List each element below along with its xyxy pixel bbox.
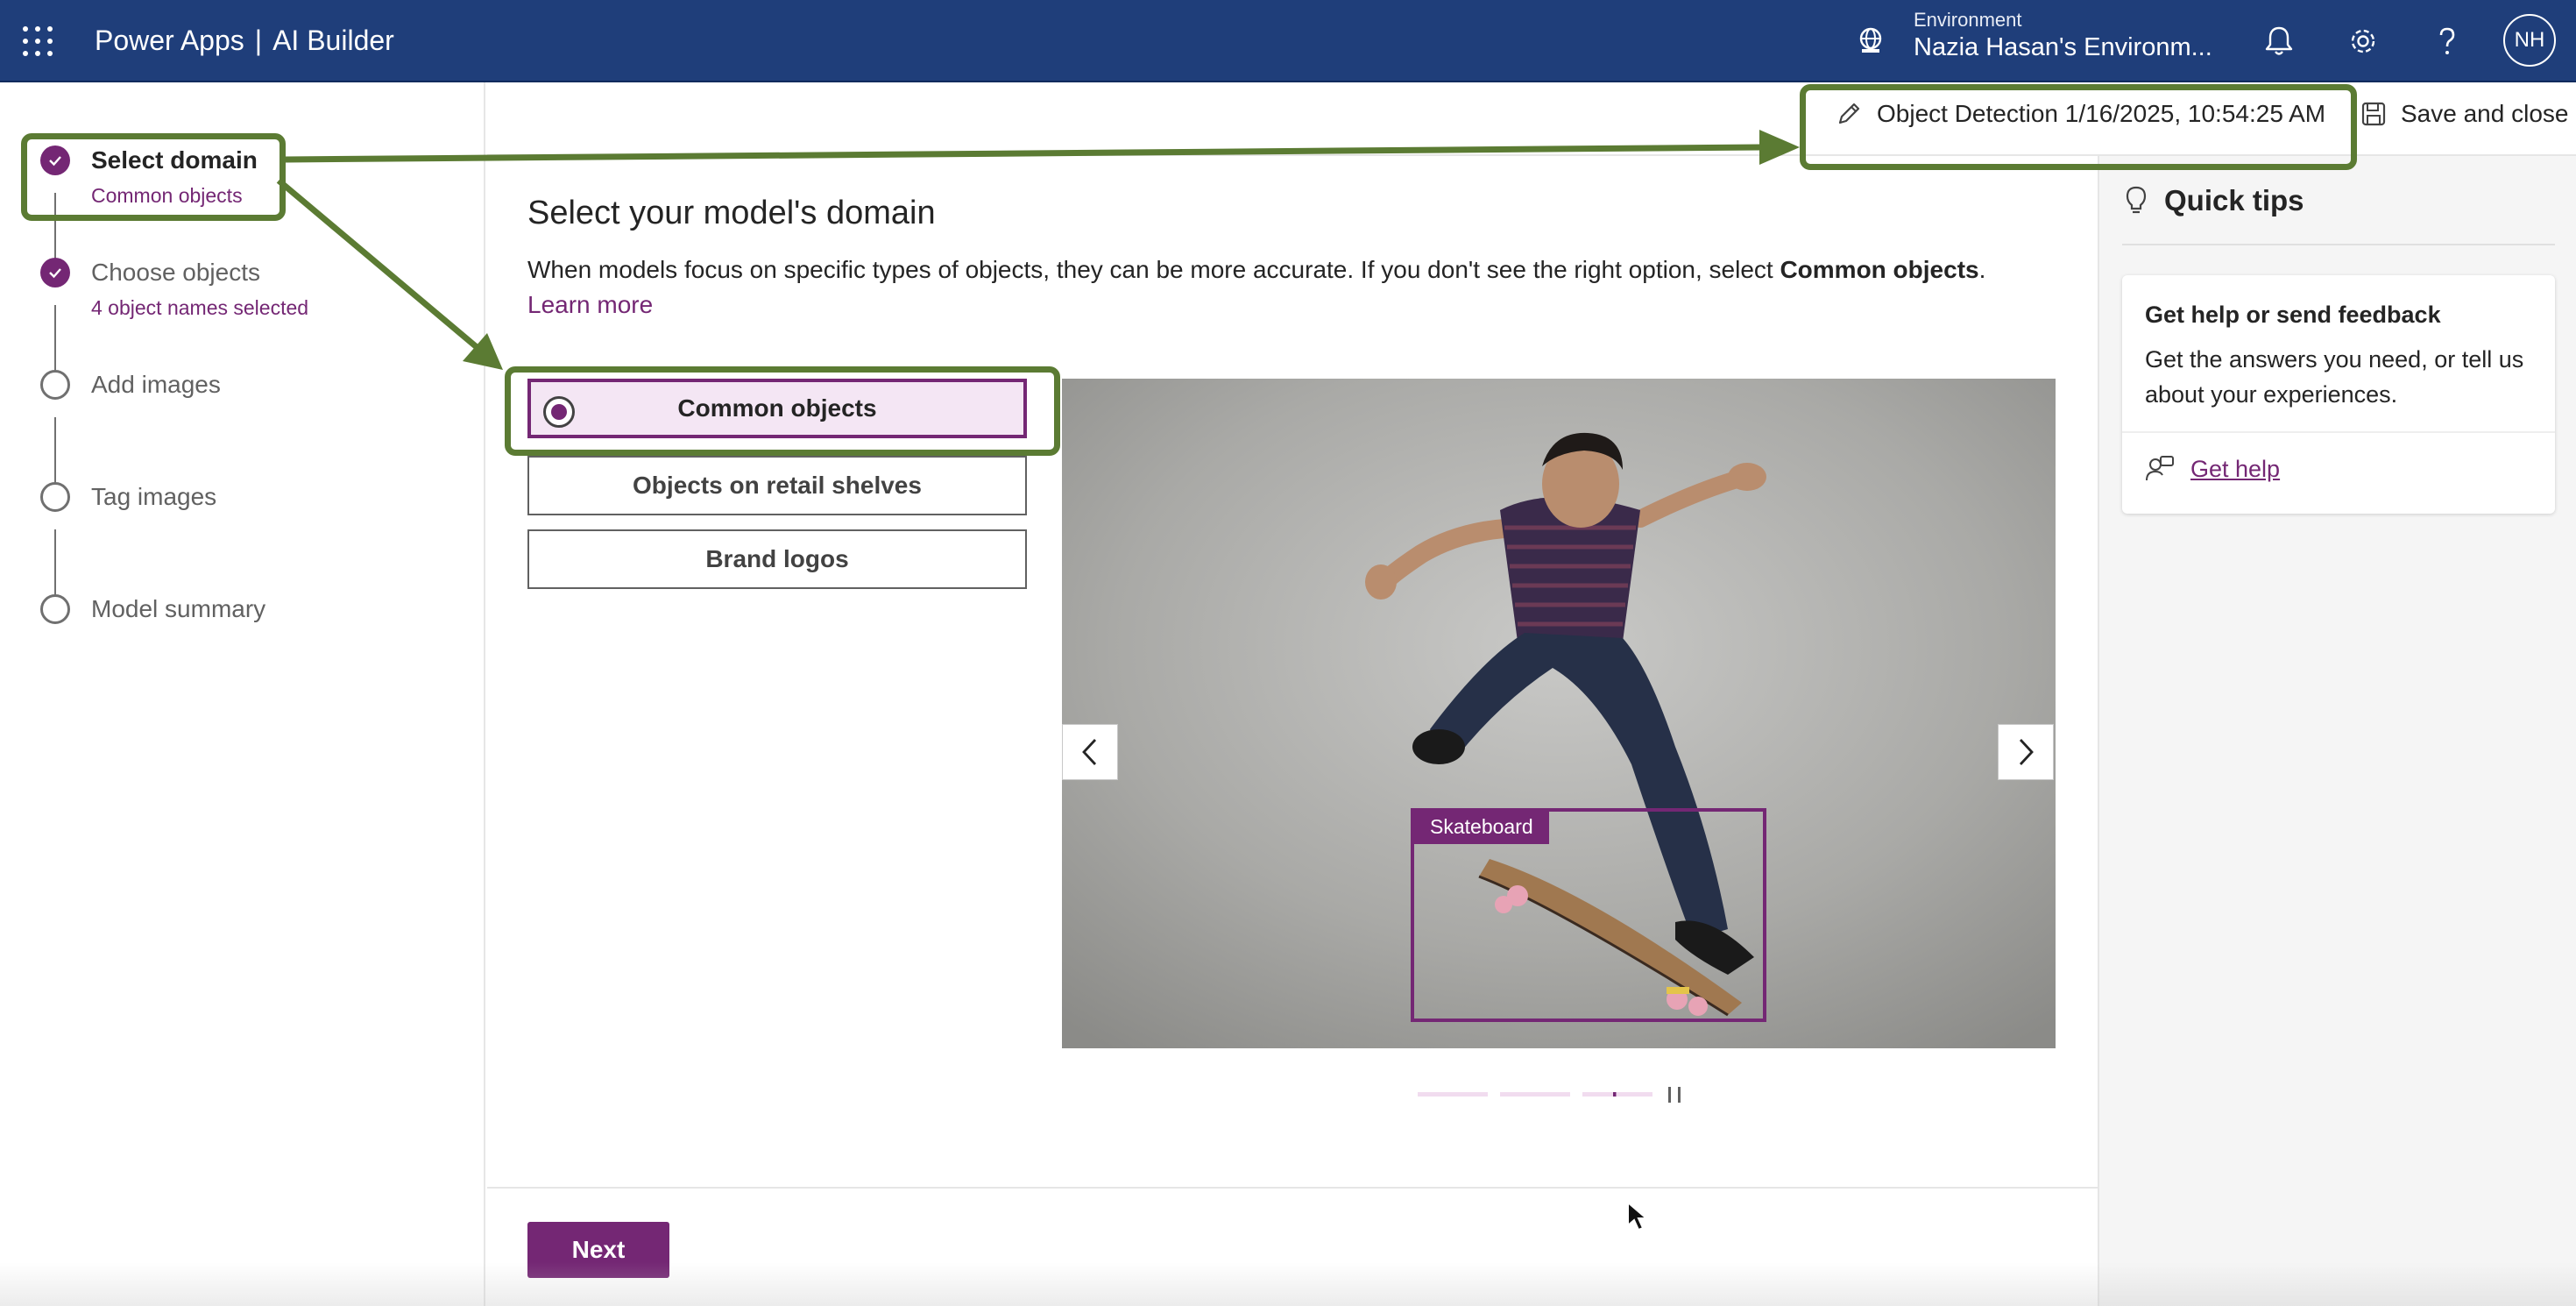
check-icon — [40, 258, 70, 287]
product-name[interactable]: AI Builder — [272, 25, 394, 56]
app-launcher-icon[interactable] — [23, 26, 53, 56]
bounding-box-tag: Skateboard — [1414, 810, 1549, 844]
step-label: Tag images — [91, 483, 217, 510]
step-sublabel: 4 object names selected — [91, 296, 309, 319]
page-description: When models focus on specific types of o… — [527, 252, 2052, 323]
description-text: . — [1978, 256, 1986, 283]
app-title: Power Apps | AI Builder — [95, 25, 394, 57]
gear-icon[interactable] — [2345, 23, 2381, 60]
carousel-indicators — [1418, 1092, 1652, 1097]
step-label: Choose objects — [91, 259, 261, 286]
save-and-close-label: Save and close — [2401, 100, 2569, 127]
carousel-dot[interactable] — [1418, 1092, 1488, 1097]
description-text: When models focus on specific types of o… — [527, 256, 1780, 283]
title-separator: | — [254, 25, 263, 56]
carousel-previous-button[interactable] — [1062, 724, 1118, 780]
footer-divider — [487, 1187, 2098, 1189]
learn-more-link[interactable]: Learn more — [527, 291, 653, 318]
pause-icon[interactable] — [1668, 1087, 1681, 1103]
mouse-cursor-icon — [1626, 1200, 1649, 1237]
help-card: Get help or send feedback Get the answer… — [2122, 275, 2555, 514]
avatar[interactable]: NH — [2503, 14, 2556, 67]
option-label: Objects on retail shelves — [633, 472, 922, 499]
radio-selected-icon — [543, 396, 575, 428]
environment-icon[interactable] — [1854, 25, 1887, 58]
step-label: Add images — [91, 371, 221, 398]
step-circle-icon — [40, 370, 70, 400]
page-title: Select your model's domain — [527, 195, 936, 231]
top-bar: Power Apps | AI Builder Environment Nazia … — [0, 0, 2576, 82]
divider — [2122, 431, 2555, 433]
model-name-button[interactable]: Object Detection 1/16/2025, 10:54:25 AM — [1835, 100, 2325, 128]
option-label: Brand logos — [705, 545, 849, 572]
help-card-body: Get the answers you need, or tell us abo… — [2145, 346, 2524, 408]
domain-option-retail-shelves[interactable]: Objects on retail shelves — [527, 456, 1027, 515]
bell-icon[interactable] — [2261, 23, 2297, 60]
person-feedback-icon — [2146, 456, 2174, 481]
get-help-label: Get help — [2190, 455, 2281, 482]
quick-tips-header: Quick tips — [2124, 184, 2304, 217]
help-card-title: Get help or send feedback — [2145, 302, 2441, 328]
step-circle-icon — [40, 594, 70, 624]
quick-tips-title: Quick tips — [2164, 184, 2304, 216]
save-icon — [2361, 102, 2386, 126]
chevron-left-icon — [1082, 739, 1097, 765]
carousel-dot-active[interactable] — [1582, 1092, 1652, 1097]
check-icon — [40, 146, 70, 175]
chevron-right-icon — [2019, 739, 2034, 765]
help-icon[interactable] — [2429, 23, 2466, 60]
save-and-close-button[interactable]: Save and close — [2360, 100, 2568, 128]
carousel-next-button[interactable] — [1998, 724, 2054, 780]
get-help-link[interactable]: Get help — [2145, 454, 2280, 484]
step-sublabel: Common objects — [91, 184, 243, 207]
option-label: Common objects — [677, 394, 877, 422]
environment-name[interactable]: Nazia Hasan's Environm... — [1914, 33, 2212, 62]
domain-option-brand-logos[interactable]: Brand logos — [527, 529, 1027, 589]
divider — [2122, 244, 2555, 245]
environment-label: Environment — [1914, 9, 2022, 31]
carousel-dot[interactable] — [1500, 1092, 1570, 1097]
domain-option-common-objects[interactable]: Common objects — [527, 379, 1027, 438]
step-circle-icon — [40, 482, 70, 512]
lightbulb-icon — [2126, 186, 2147, 214]
app-name[interactable]: Power Apps — [95, 25, 244, 56]
description-bold: Common objects — [1780, 256, 1979, 283]
step-label: Select domain — [91, 146, 258, 174]
step-label: Model summary — [91, 595, 266, 622]
window-shadow — [0, 1262, 2576, 1306]
pencil-icon — [1838, 103, 1860, 124]
model-name: Object Detection 1/16/2025, 10:54:25 AM — [1877, 100, 2326, 127]
